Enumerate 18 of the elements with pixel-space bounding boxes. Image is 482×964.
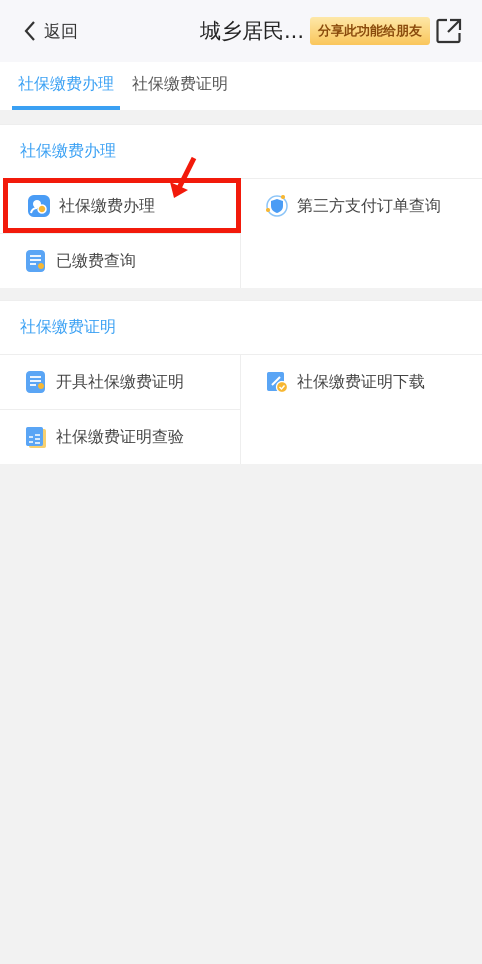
share-icon[interactable] xyxy=(436,18,462,44)
document-badge-icon xyxy=(24,370,48,394)
service-item[interactable]: 社保缴费证明下载 xyxy=(241,354,482,409)
back-button[interactable]: 返回 xyxy=(24,20,78,42)
shield-coin-icon xyxy=(265,194,289,218)
share-tooltip: 分享此功能给朋友 xyxy=(310,17,430,45)
service-item[interactable]: 社保缴费证明查验 xyxy=(0,409,241,464)
service-item[interactable]: 已缴费查询 xyxy=(0,233,241,288)
pointer-arrow-icon xyxy=(168,156,198,200)
service-item[interactable]: 开具社保缴费证明 xyxy=(0,354,241,409)
section-title: 社保缴费办理 xyxy=(20,141,116,162)
person-coin-icon xyxy=(27,194,51,218)
service-item[interactable]: 第三方支付订单查询 xyxy=(241,178,482,233)
tab[interactable]: 社保缴费证明 xyxy=(126,62,234,110)
page-title: 城乡居民... xyxy=(200,18,304,45)
section-title: 社保缴费证明 xyxy=(20,317,116,338)
pen-check-icon xyxy=(265,370,289,394)
service-item[interactable]: 社保缴费办理 xyxy=(3,178,241,233)
